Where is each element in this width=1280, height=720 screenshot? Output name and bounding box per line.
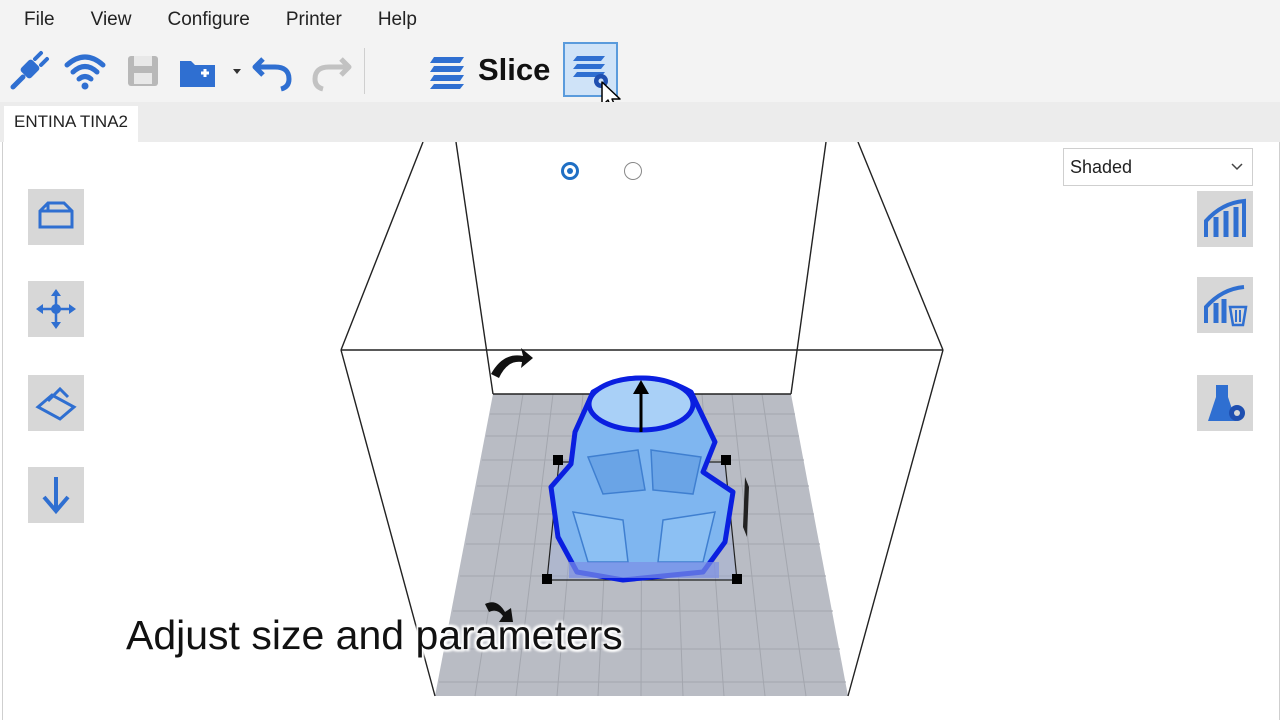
video-caption: Adjust size and parameters [126,612,623,658]
slice-button[interactable]: Slice [478,50,550,90]
toolbar-separator [364,48,365,94]
center-move-icon [36,289,76,329]
view-box-button[interactable] [28,189,84,245]
drop-to-plate-button[interactable] [28,467,84,523]
support-button[interactable] [1197,191,1253,247]
view-box-icon [38,201,74,229]
menu-view[interactable]: View [91,9,132,31]
delete-support-icon [1204,285,1248,327]
rotate-handle-icon [491,348,533,378]
chevron-down-icon [1230,149,1244,197]
open-folder-icon[interactable] [176,48,222,94]
menu-help[interactable]: Help [378,9,417,31]
tab-printer[interactable]: ENTINA TINA2 [4,106,138,142]
lay-flat-button[interactable] [28,375,84,431]
menu-printer[interactable]: Printer [286,9,342,31]
menu-configure[interactable]: Configure [167,9,249,31]
center-model-button[interactable] [28,281,84,337]
view-mode-select[interactable]: Shaded [1063,148,1253,186]
chevron-down-icon[interactable] [228,48,246,94]
slice-layers-icon[interactable] [424,48,470,94]
drop-down-icon [42,477,70,515]
undo-icon[interactable] [250,48,296,94]
save-icon[interactable] [120,48,166,94]
view-radio-orthographic[interactable] [624,162,642,180]
redo-icon[interactable] [308,48,354,94]
menu-file[interactable]: File [24,9,55,31]
lay-flat-icon [35,386,77,421]
usb-connect-icon[interactable] [6,48,52,94]
menu-bar: File View Configure Printer Help [0,0,1280,40]
delete-support-button[interactable] [1197,277,1253,333]
printer-tab-strip: ENTINA TINA2 [0,102,1280,142]
toolbar [0,40,1280,103]
wifi-icon[interactable] [62,48,108,94]
view-radio-perspective[interactable] [561,162,579,180]
support-settings-button[interactable] [1197,375,1253,431]
support-settings-icon [1208,385,1245,421]
view-mode-value: Shaded [1070,157,1133,177]
support-icon [1204,198,1246,237]
